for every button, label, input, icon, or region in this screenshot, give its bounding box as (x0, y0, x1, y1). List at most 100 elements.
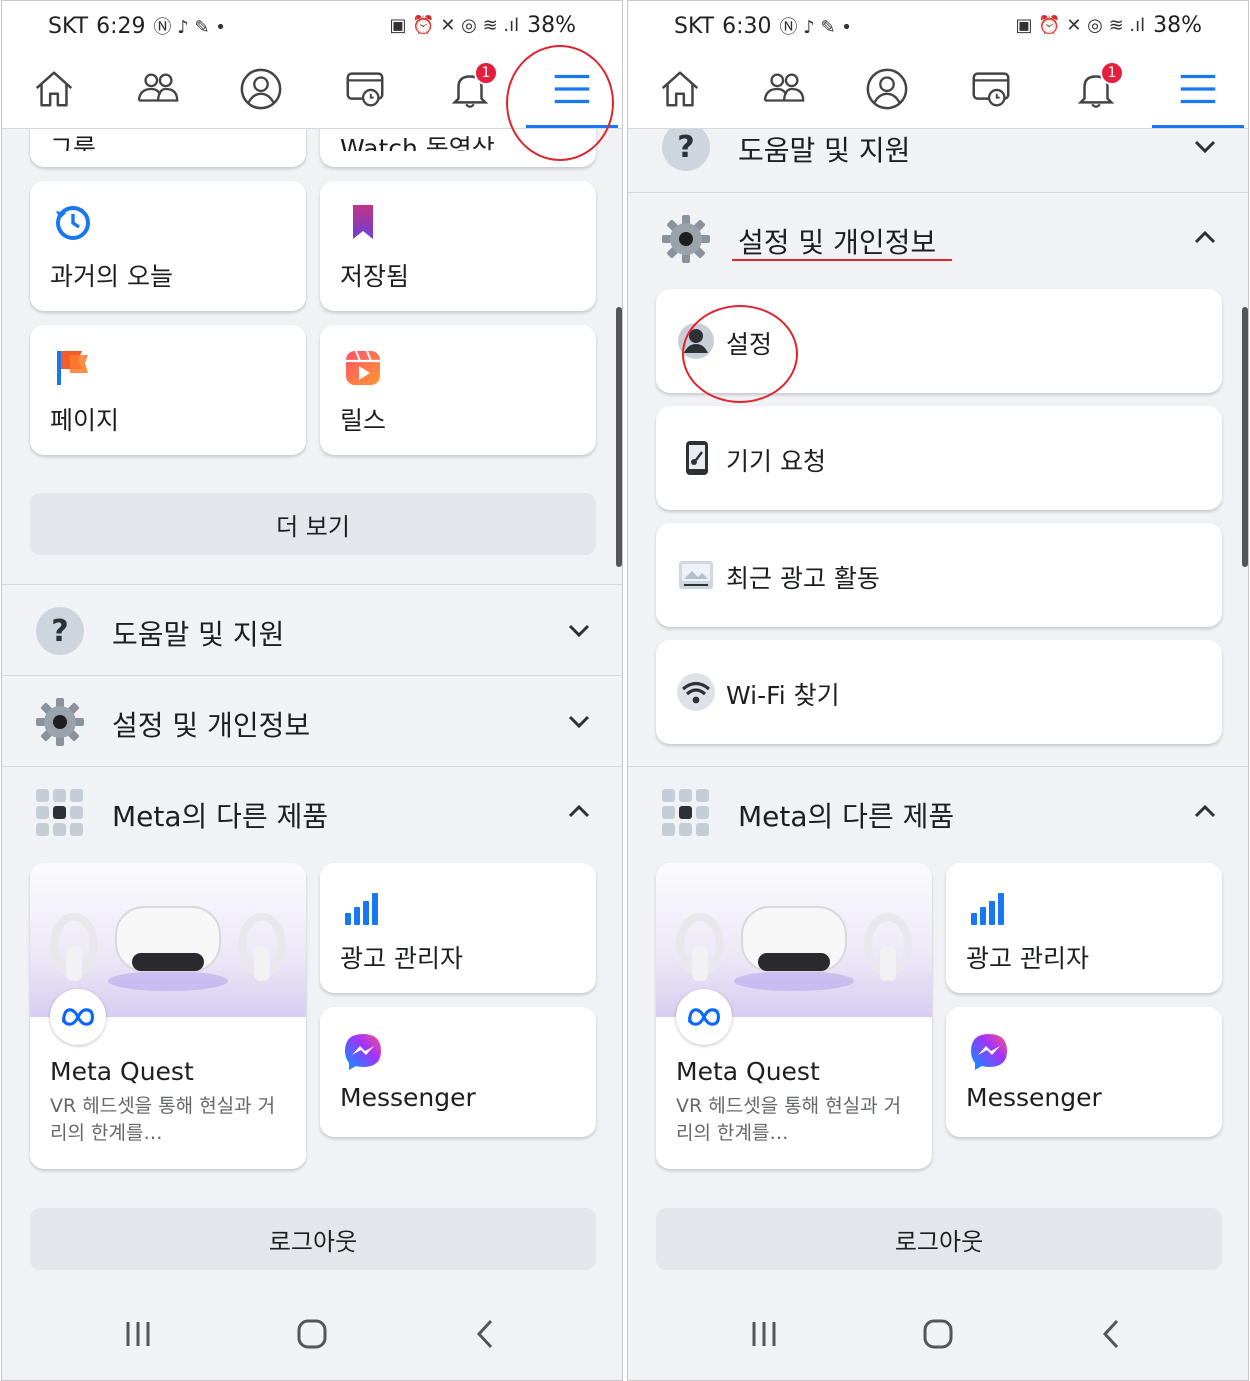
meta-products-section[interactable]: Meta의 다른 제품 (2, 766, 622, 856)
meta-logo-icon (688, 1008, 720, 1026)
meta-logo-icon (62, 1008, 94, 1026)
battery-percent: 38% (1153, 13, 1202, 38)
settings-privacy-section[interactable]: 설정 및 개인정보 (2, 675, 622, 765)
shortcut-label: 페이지 (50, 406, 120, 435)
friends-icon (137, 73, 179, 102)
gear-icon (36, 698, 84, 746)
help-section-label: 도움말 및 지원 (112, 618, 285, 651)
pages-icon (57, 351, 88, 385)
apps-grid-icon (662, 789, 709, 836)
watch-icon (346, 72, 384, 107)
ads-manager-label: 광고 관리자 (966, 944, 1089, 973)
home-key-icon[interactable] (916, 1312, 960, 1356)
settings-section-label: 설정 및 개인정보 (112, 709, 311, 742)
home-key-icon[interactable] (290, 1312, 334, 1356)
nav-menu[interactable] (1166, 59, 1230, 119)
messenger-icon (345, 1034, 381, 1070)
chevron-up-icon (1194, 230, 1216, 244)
carrier-label: SKT (48, 13, 89, 39)
settings-item-label: 기기 요청 (726, 447, 826, 476)
chevron-down-icon (568, 624, 590, 638)
nav-notifications[interactable]: 1 (438, 59, 502, 119)
back-icon[interactable] (1090, 1312, 1134, 1356)
ads-manager-card[interactable]: 광고 관리자 (946, 863, 1222, 993)
help-support-section[interactable]: ? 도움말 및 지원 (628, 129, 1248, 191)
help-support-section[interactable]: ? 도움말 및 지원 (2, 584, 622, 674)
notification-badge: 1 (474, 61, 498, 85)
watch-icon (972, 72, 1010, 107)
chevron-down-icon (568, 715, 590, 729)
nav-home[interactable] (648, 59, 712, 119)
settings-privacy-section[interactable]: 설정 및 개인정보 (628, 192, 1248, 288)
chevron-down-icon (1194, 140, 1216, 154)
logout-button[interactable]: 로그아웃 (656, 1208, 1222, 1270)
meta-products-label: Meta의 다른 제품 (738, 800, 955, 833)
meta-logo-badge (676, 989, 732, 1045)
shortcut-card-memories[interactable]: 과거의 오늘 (30, 181, 306, 311)
system-nav-bar (2, 1290, 622, 1380)
nav-menu[interactable] (540, 59, 604, 119)
messenger-card[interactable]: Messenger (946, 1007, 1222, 1137)
meta-quest-description: VR 헤드셋을 통해 현실과 거리의 한계를… (50, 1095, 276, 1144)
recent-apps-icon[interactable] (116, 1312, 160, 1356)
gear-icon (662, 215, 710, 263)
messenger-icon (971, 1034, 1007, 1070)
scrollbar-thumb[interactable] (616, 307, 622, 567)
memories-icon (56, 206, 90, 240)
shortcut-card-watch[interactable]: Watch 동영상 (320, 129, 596, 167)
chevron-up-icon (1194, 804, 1216, 818)
scrollbar-thumb[interactable] (1242, 307, 1248, 567)
nav-profile[interactable] (229, 59, 293, 119)
shortcut-card-reels[interactable]: 릴스 (320, 325, 596, 455)
profile-icon (240, 68, 282, 110)
highlight-underline (732, 259, 952, 261)
ads-manager-label: 광고 관리자 (340, 944, 463, 973)
phone-key-icon (686, 441, 708, 475)
nav-profile[interactable] (855, 59, 919, 119)
notification-badge: 1 (1100, 61, 1124, 85)
settings-item-settings[interactable]: 설정 (656, 289, 1222, 393)
top-nav: 1 (2, 53, 622, 129)
help-icon: ? (662, 129, 710, 171)
settings-item-label: Wi-Fi 찾기 (726, 681, 840, 710)
recent-apps-icon[interactable] (742, 1312, 786, 1356)
menu-icon (554, 74, 590, 104)
nav-friends[interactable] (126, 59, 190, 119)
settings-section-label: 설정 및 개인정보 (738, 226, 937, 259)
ad-activity-icon (679, 561, 713, 589)
see-more-button[interactable]: 더 보기 (30, 493, 596, 555)
meta-quest-title: Meta Quest (50, 1057, 194, 1086)
ads-manager-icon (971, 893, 1004, 925)
messenger-label: Messenger (340, 1083, 476, 1112)
settings-item-device-requests[interactable]: 기기 요청 (656, 406, 1222, 510)
shortcut-card-pages[interactable]: 페이지 (30, 325, 306, 455)
system-nav-bar (628, 1290, 1248, 1380)
back-icon[interactable] (464, 1312, 508, 1356)
logout-button[interactable]: 로그아웃 (30, 1208, 596, 1270)
settings-item-recent-ad-activity[interactable]: 최근 광고 활동 (656, 523, 1222, 627)
shortcut-card-groups[interactable]: 그룹 (30, 129, 306, 167)
battery-percent: 38% (527, 13, 576, 38)
meta-quest-card[interactable]: Meta Quest VR 헤드셋을 통해 현실과 거리의 한계를… (656, 863, 932, 1169)
left-phone-screen: SKT 6:29 Ⓝ ♪ ✎ • ▣ ⏰ ✕ ◎ ≋ .ıl 38% 1 그룹 … (1, 0, 623, 1381)
ads-manager-card[interactable]: 광고 관리자 (320, 863, 596, 993)
nav-watch[interactable] (959, 59, 1023, 119)
nav-watch[interactable] (333, 59, 397, 119)
settings-item-find-wifi[interactable]: Wi-Fi 찾기 (656, 640, 1222, 744)
nav-home[interactable] (22, 59, 86, 119)
settings-item-label: 최근 광고 활동 (726, 564, 880, 593)
messenger-card[interactable]: Messenger (320, 1007, 596, 1137)
nav-friends[interactable] (752, 59, 816, 119)
help-icon: ? (36, 607, 84, 655)
meta-products-section[interactable]: Meta의 다른 제품 (628, 766, 1248, 856)
shortcut-card-saved[interactable]: 저장됨 (320, 181, 596, 311)
status-bar: SKT 6:29 Ⓝ ♪ ✎ • ▣ ⏰ ✕ ◎ ≋ .ıl 38% (2, 1, 622, 53)
carrier-label: SKT (674, 13, 715, 39)
meta-logo-badge (50, 989, 106, 1045)
meta-products-label: Meta의 다른 제품 (112, 800, 329, 833)
shortcut-label: 과거의 오늘 (50, 262, 173, 291)
meta-quest-title: Meta Quest (676, 1057, 820, 1086)
nav-notifications[interactable]: 1 (1064, 59, 1128, 119)
clock: 6:30 (722, 13, 772, 39)
meta-quest-card[interactable]: Meta Quest VR 헤드셋을 통해 현실과 거리의 한계를… (30, 863, 306, 1169)
